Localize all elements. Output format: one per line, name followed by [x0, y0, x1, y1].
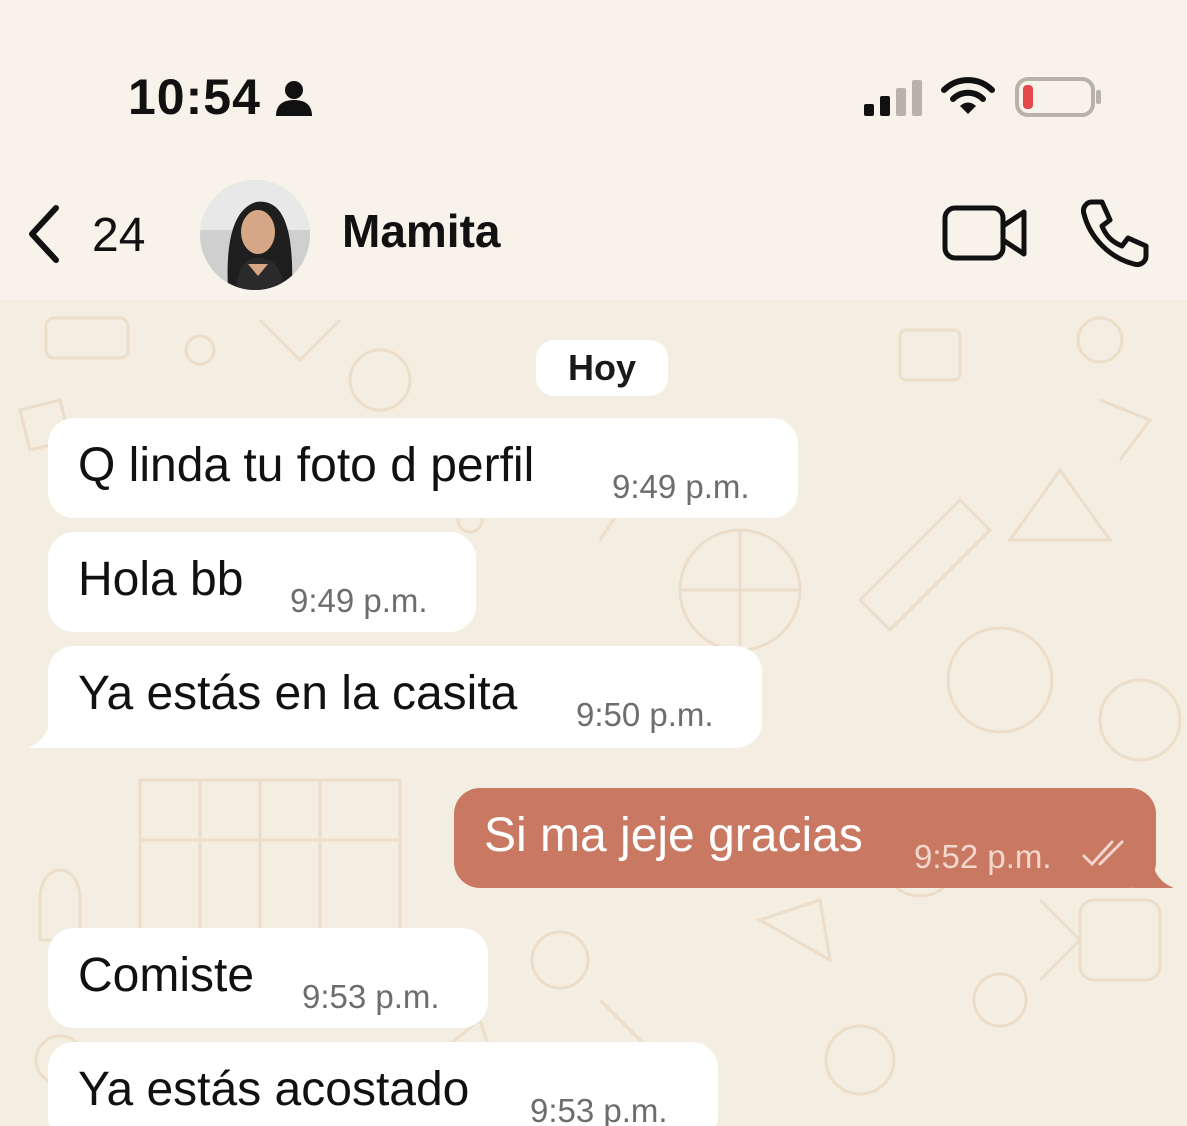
- unread-count: 24: [92, 209, 146, 262]
- double-check-icon: [1082, 840, 1124, 867]
- wifi-icon: [941, 77, 995, 114]
- date-separator: Hoy: [536, 340, 668, 396]
- back-button[interactable]: 24: [20, 200, 160, 270]
- status-time: 10:54: [128, 69, 261, 125]
- message-time: 9:49 p.m.: [612, 468, 750, 505]
- chat-screen: 10:54 24 Mamita Hoy Q linda tu foto d pe…: [0, 0, 1187, 1126]
- message-time: 9:49 p.m.: [290, 582, 428, 619]
- message-bubble-incoming[interactable]: Hola bb 9:49 p.m.: [48, 532, 476, 632]
- message-bubble-incoming[interactable]: Comiste 9:53 p.m.: [48, 928, 488, 1028]
- avatar-image: [200, 180, 310, 290]
- message-text: Si ma jeje gracias: [484, 809, 863, 862]
- video-call-icon[interactable]: [940, 200, 1030, 266]
- battery-icon: [1015, 77, 1101, 117]
- message-text: Ya estás acostado: [78, 1063, 470, 1116]
- contact-name[interactable]: Mamita: [342, 204, 500, 258]
- message-bubble-outgoing[interactable]: Si ma jeje gracias 9:52 p.m.: [454, 788, 1156, 888]
- message-text: Q linda tu foto d perfil: [78, 439, 535, 492]
- message-bubble-incoming[interactable]: Ya estás en la casita 9:50 p.m.: [48, 646, 762, 748]
- message-time: 9:53 p.m.: [530, 1092, 668, 1126]
- message-text: Hola bb: [78, 553, 244, 606]
- chat-area[interactable]: Hoy Q linda tu foto d perfil 9:49 p.m. H…: [0, 300, 1187, 1126]
- message-time: 9:53 p.m.: [302, 978, 440, 1015]
- message-time: 9:50 p.m.: [576, 696, 714, 733]
- message-text: Comiste: [78, 949, 255, 1002]
- chevron-left-icon: [29, 205, 59, 263]
- person-icon: [276, 81, 312, 116]
- status-bar: 10:54: [0, 0, 1187, 160]
- avatar[interactable]: [200, 180, 310, 290]
- message-time: 9:52 p.m.: [914, 838, 1052, 875]
- phone-call-icon[interactable]: [1078, 196, 1152, 270]
- signal-icon: [864, 80, 922, 116]
- message-text: Ya estás en la casita: [78, 667, 518, 720]
- message-bubble-incoming[interactable]: Ya estás acostado 9:53 p.m.: [48, 1042, 718, 1126]
- message-bubble-incoming[interactable]: Q linda tu foto d perfil 9:49 p.m.: [48, 418, 798, 518]
